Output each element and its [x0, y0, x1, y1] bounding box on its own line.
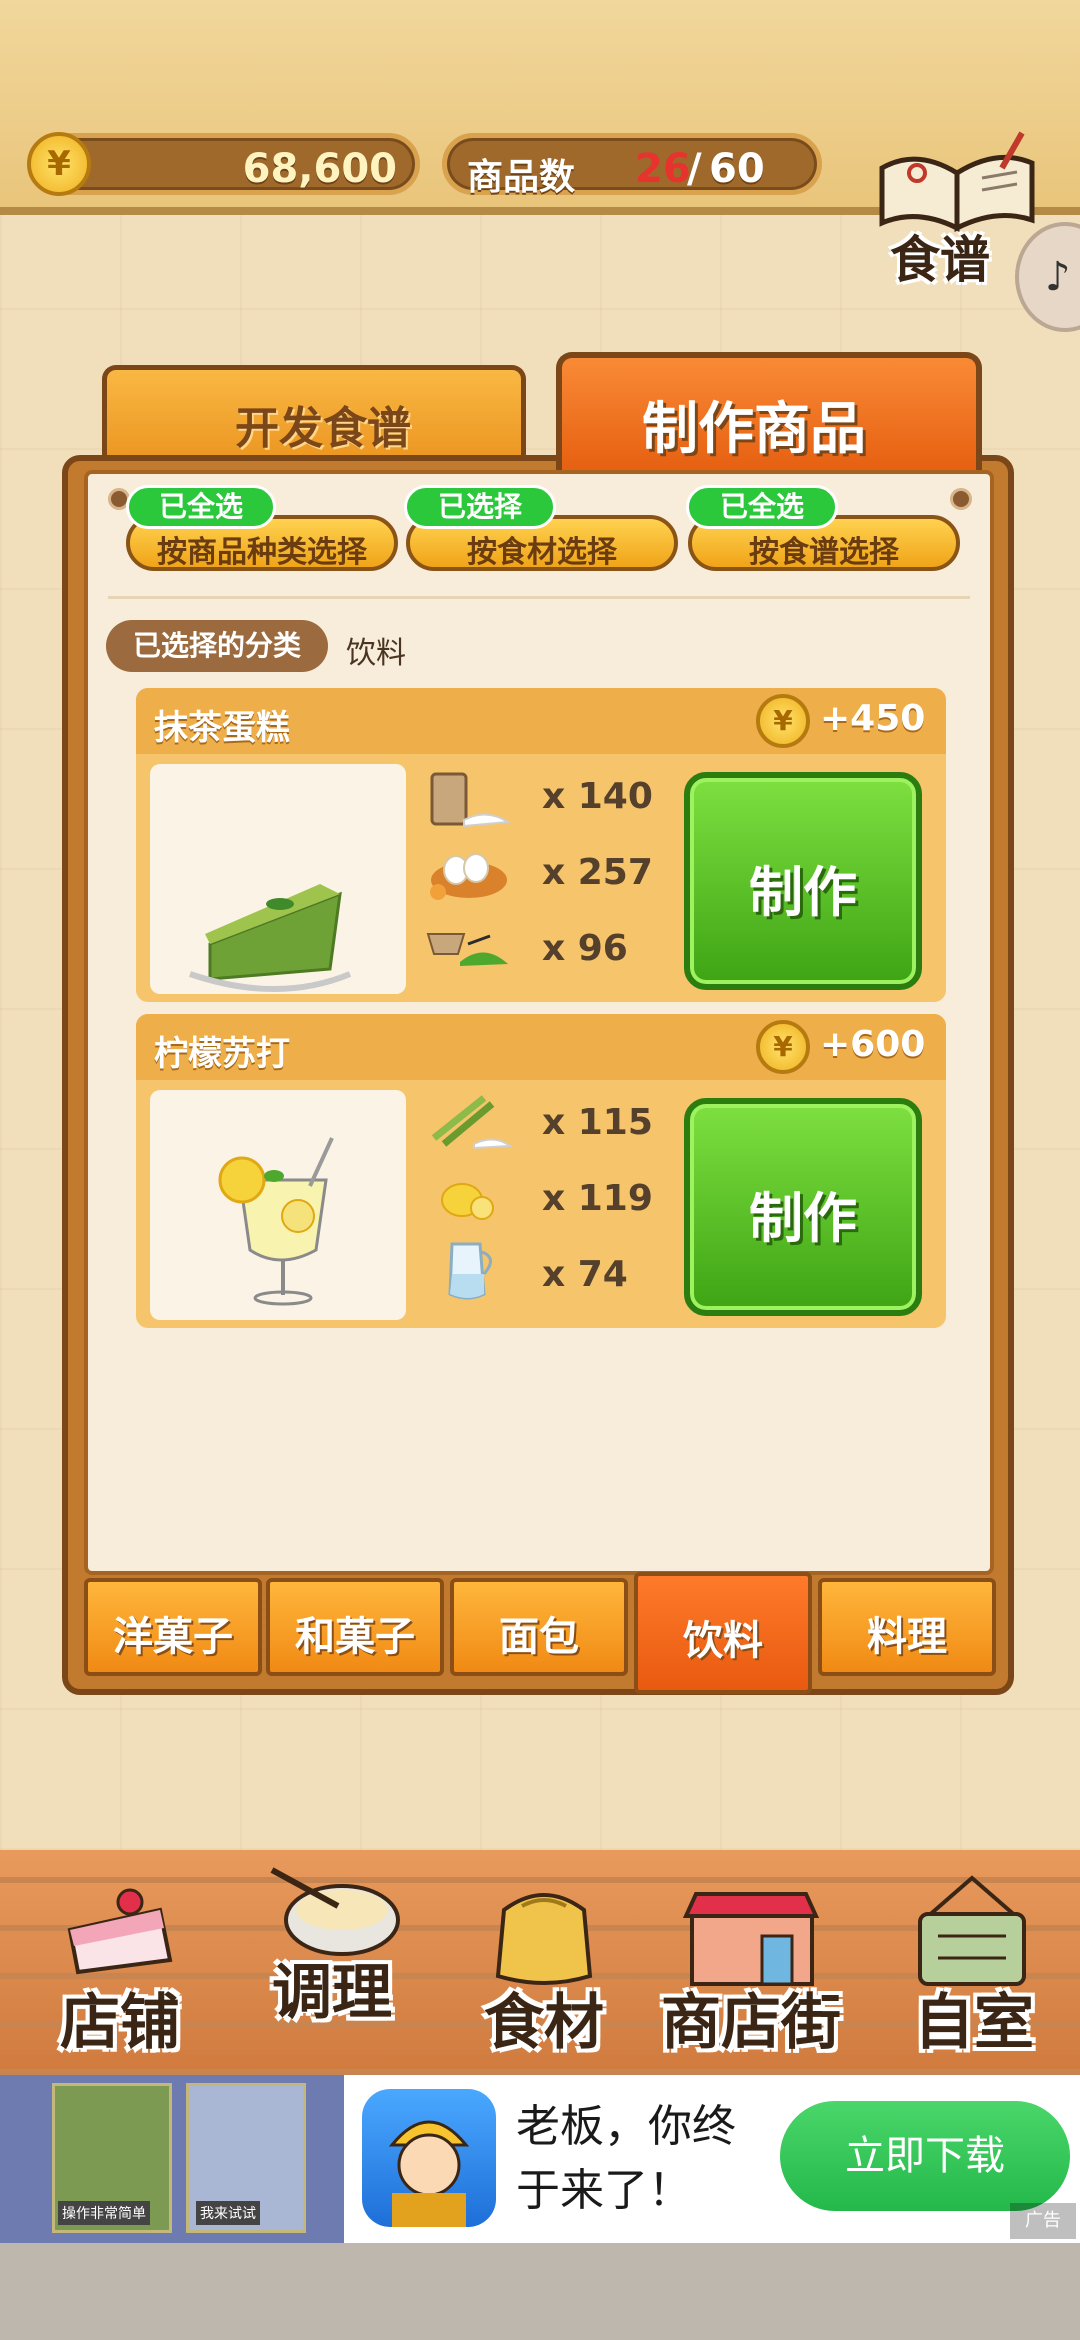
ad-preview-images: 操作非常简单 我来试试	[0, 2075, 344, 2243]
category-tab-japanese-sweets[interactable]: 和菓子	[266, 1578, 444, 1676]
filter-label: 按商品种类选择	[157, 535, 367, 570]
recipe-book-label: 食谱	[890, 231, 990, 289]
make-button[interactable]: 制作	[684, 772, 922, 990]
flour-sack-icon	[430, 772, 512, 828]
yen-coin-icon: ¥	[756, 694, 810, 748]
coin-balance: ¥ 68,600	[27, 132, 420, 196]
ingredient-quantity: x 257	[542, 852, 653, 893]
goods-count-max: 60	[709, 146, 765, 192]
nav-cooking[interactable]: 调理	[232, 1850, 432, 2075]
product-name: 抹茶蛋糕	[154, 708, 290, 748]
category-tab-label: 洋菓子	[113, 1614, 233, 1660]
category-tab-label: 和菓子	[295, 1614, 415, 1660]
ad-text: 老板，你终于来了！	[516, 2101, 736, 2216]
nav-label: 食材	[484, 1988, 604, 2058]
tab-develop-recipe[interactable]: 开发食谱	[102, 365, 526, 465]
category-tab-label: 料理	[867, 1614, 947, 1660]
ad-preview-caption: 操作非常简单	[58, 2201, 150, 2225]
bottom-strip	[0, 2243, 1080, 2340]
category-tab-cuisine[interactable]: 料理	[818, 1578, 996, 1676]
ad-preview-caption: 我来试试	[196, 2201, 260, 2225]
product-name: 柠檬苏打	[154, 1034, 290, 1074]
filter-status-badge: 已全选	[686, 485, 838, 529]
nav-label: 店铺	[60, 1988, 180, 2058]
make-button[interactable]: 制作	[684, 1098, 922, 1316]
goods-count: 商品数 26 / 60	[442, 133, 822, 198]
tab-develop-label: 开发食谱	[235, 403, 411, 454]
nav-label: 自室	[914, 1988, 1034, 2058]
category-tab-western-sweets[interactable]: 洋菓子	[84, 1578, 262, 1676]
matcha-cake-icon	[189, 884, 352, 992]
selected-category-tag: 已选择的分类	[106, 620, 328, 672]
selected-category-value: 饮料	[346, 636, 406, 671]
product-image	[150, 764, 406, 994]
worker-avatar-icon	[388, 2120, 470, 2227]
ingredient-quantity: x 140	[542, 776, 653, 817]
category-tab-label: 面包	[499, 1614, 579, 1660]
goods-count-current: 26	[635, 146, 691, 192]
lemon-soda-icon	[218, 1137, 334, 1306]
product-reward: +600	[820, 1024, 926, 1065]
coin-value: 68,600	[242, 146, 397, 192]
filter-label: 按食材选择	[467, 535, 617, 570]
product-card: 抹茶蛋糕 ¥ +450 x 140 x 257 x 96 制作	[136, 688, 946, 1002]
nav-shopping-street[interactable]: 商店街	[636, 1850, 866, 2075]
ingredient-quantity: x 119	[542, 1178, 653, 1219]
ingredient-quantity: x 96	[542, 928, 628, 969]
recipe-book-button[interactable]: 食谱	[872, 128, 1042, 289]
cake-icon	[67, 1888, 173, 1975]
ingredient-quantity: x 115	[542, 1102, 653, 1143]
music-note-icon: ♪	[1045, 254, 1071, 300]
ad-app-icon	[362, 2089, 496, 2227]
filter-label: 按食谱选择	[749, 535, 899, 570]
make-button-label: 制作	[749, 1187, 857, 1250]
goods-count-label: 商品数	[467, 157, 576, 198]
product-reward: +450	[820, 698, 926, 739]
tab-make-goods[interactable]: 制作商品	[556, 352, 982, 476]
yen-coin-icon: ¥	[27, 132, 91, 196]
product-card: 柠檬苏打 ¥ +600 x 115 x 119 x 74 制作	[136, 1014, 946, 1328]
eggs-icon	[430, 853, 507, 900]
nav-shop[interactable]: 店铺	[20, 1850, 220, 2075]
yen-coin-icon: ¥	[756, 1020, 810, 1074]
panel-pin	[950, 488, 972, 510]
lemon-icon	[441, 1183, 494, 1220]
nav-my-room[interactable]: 自室	[876, 1850, 1072, 2075]
ad-mark: 广告	[1010, 2203, 1076, 2239]
product-image	[150, 1090, 406, 1320]
nav-label: 调理	[272, 1958, 392, 2028]
category-tab-label: 饮料	[683, 1618, 763, 1664]
divider	[108, 596, 970, 599]
ad-download-button[interactable]: 立即下载	[780, 2101, 1070, 2211]
ad-banner[interactable]: 操作非常简单 我来试试 老板，你终于来了！ 立即下载 广告	[0, 2075, 1080, 2243]
nav-label: 商店街	[661, 1988, 841, 2058]
water-pitcher-icon	[448, 1242, 492, 1300]
sugarcane-icon	[431, 1095, 513, 1150]
tab-make-label: 制作商品	[642, 397, 866, 462]
matcha-powder-icon	[426, 933, 508, 966]
make-button-label: 制作	[749, 861, 857, 924]
nav-ingredients[interactable]: 食材	[454, 1850, 634, 2075]
goods-count-separator: /	[687, 146, 702, 192]
category-tab-bread[interactable]: 面包	[450, 1578, 628, 1676]
filter-status-badge: 已全选	[126, 485, 276, 529]
filter-status-badge: 已选择	[404, 485, 556, 529]
category-tab-drinks[interactable]: 饮料	[634, 1572, 812, 1694]
ingredient-quantity: x 74	[542, 1254, 628, 1295]
